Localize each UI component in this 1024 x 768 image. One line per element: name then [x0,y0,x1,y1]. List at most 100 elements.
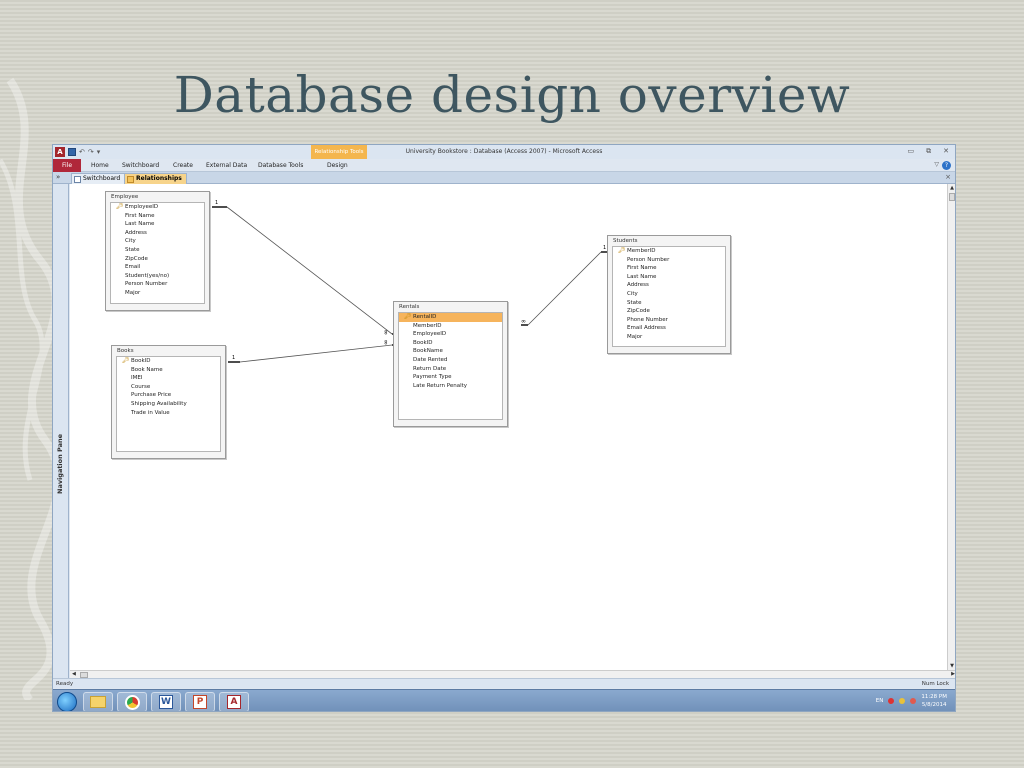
field-item[interactable]: 🔑︎ EmployeeID [111,203,204,212]
access-icon: A [227,695,241,709]
taskbar-chrome[interactable] [117,692,147,711]
field-item[interactable]: Major [111,289,204,298]
doc-tab-label: Switchboard [83,175,121,182]
field-item[interactable]: Trade in Value [117,409,220,418]
tab-file[interactable]: File [53,159,81,172]
tab-switchboard[interactable]: Switchboard [122,162,159,169]
field-item[interactable]: Address [111,229,204,238]
doc-tab-relationships[interactable]: Relationships [124,173,187,184]
restore-icon[interactable]: ⧉ [926,147,931,156]
field-item[interactable]: Major [613,333,725,342]
field-item[interactable]: ZipCode [613,307,725,316]
field-item[interactable]: Last Name [111,220,204,229]
language-indicator[interactable]: EN [876,698,884,704]
relationship-line[interactable] [226,206,393,335]
table-rentals[interactable]: Rentals 🔑︎ RentalID MemberID EmployeeID B… [393,301,508,427]
table-students[interactable]: Students 🔑︎ MemberID Person Number First … [607,235,731,354]
field-item[interactable]: Payment Type [399,373,502,382]
decorative-swirl [0,77,60,700]
word-icon: W [159,695,173,709]
document-tabs: » Switchboard Relationships × [53,172,955,184]
num-lock-indicator: Num Lock [921,681,949,687]
field-item-selected[interactable]: 🔑︎ RentalID [399,313,502,322]
field-item[interactable]: Student(yes/no) [111,272,204,281]
primary-key-icon: 🔑︎ [116,203,124,210]
primary-key-icon: 🔑︎ [404,313,412,320]
table-books[interactable]: Books 🔑︎ BookID Book Name IMEI Course Pur… [111,345,226,459]
field-item[interactable]: Email Address [613,324,725,333]
taskbar-access[interactable]: A [219,692,249,711]
taskbar-explorer[interactable] [83,692,113,711]
taskbar-powerpoint[interactable]: P [185,692,215,711]
scroll-down-icon[interactable]: ▼ [948,663,955,669]
field-item[interactable]: First Name [613,264,725,273]
field-item[interactable]: MemberID [399,322,502,331]
scroll-left-icon[interactable]: ◀ [72,671,76,677]
start-button[interactable] [57,692,77,711]
field-item[interactable]: Book Name [117,366,220,375]
relationship-line[interactable] [239,344,393,363]
tab-external-data[interactable]: External Data [206,162,247,169]
field-item[interactable]: Date Rented [399,356,502,365]
ribbon: File Home Switchboard Create External Da… [53,159,955,172]
table-employee[interactable]: Employee 🔑︎ EmployeeID First Name Last Na… [105,191,210,311]
field-item[interactable]: Purchase Price [117,391,220,400]
relationship-line[interactable] [527,251,602,326]
field-item[interactable]: Person Number [613,256,725,265]
field-item[interactable]: BookName [399,347,502,356]
vertical-scrollbar[interactable]: ▲ ▼ [947,184,955,670]
taskbar-word[interactable]: W [151,692,181,711]
primary-key-icon: 🔑︎ [618,247,626,254]
navigation-pane[interactable]: Navigation Pane [53,184,69,678]
status-text: Ready [56,681,74,687]
table-name: Students [613,238,638,244]
field-item[interactable]: Late Return Penalty [399,382,502,391]
field-item[interactable]: Address [613,281,725,290]
scroll-right-icon[interactable]: ▶ [951,671,955,677]
nav-pane-toggle-icon[interactable]: » [56,173,60,181]
field-item[interactable]: ZipCode [111,255,204,264]
scroll-thumb[interactable] [949,193,955,201]
tab-home[interactable]: Home [91,162,109,169]
field-item[interactable]: BookID [399,339,502,348]
field-item[interactable]: 🔑︎ BookID [117,357,220,366]
field-item[interactable]: Person Number [111,280,204,289]
horizontal-scrollbar[interactable]: ◀ ▶ [70,670,955,678]
tray-security-icon[interactable] [899,698,906,704]
field-list: 🔑︎ EmployeeID First Name Last Name Addres… [110,202,205,304]
minimize-icon[interactable]: ▭ [908,147,915,156]
field-item[interactable]: Last Name [613,273,725,282]
field-item[interactable]: 🔑︎ MemberID [613,247,725,256]
field-item[interactable]: Shipping Availability [117,400,220,409]
primary-key-icon: 🔑︎ [122,357,130,364]
field-item[interactable]: Phone Number [613,316,725,325]
field-item[interactable]: Course [117,383,220,392]
volume-icon[interactable] [910,698,917,704]
doc-tab-switchboard[interactable]: Switchboard [71,173,126,184]
help-icon[interactable]: ? [942,161,951,170]
scroll-up-icon[interactable]: ▲ [948,185,955,191]
tab-create[interactable]: Create [173,162,193,169]
tab-database-tools[interactable]: Database Tools [258,162,303,169]
field-item[interactable]: EmployeeID [399,330,502,339]
window-title: University Bookstore : Database (Access … [405,148,603,155]
tab-design[interactable]: Design [327,162,348,169]
clock[interactable]: 11:28 PM 5/8/2014 [921,693,947,709]
clock-date: 5/8/2014 [921,702,947,708]
field-item[interactable]: IMEI [117,374,220,383]
tray-app-icon[interactable] [888,698,895,704]
field-item[interactable]: City [613,290,725,299]
field-item[interactable]: State [111,246,204,255]
close-document-icon[interactable]: × [945,173,951,181]
relationships-canvas[interactable]: 1 ∞ 1 ∞ ∞ 1 Employee 🔑︎ EmployeeID First … [70,184,949,670]
field-item[interactable]: First Name [111,212,204,221]
navigation-pane-label: Navigation Pane [56,433,64,494]
field-list: 🔑︎ MemberID Person Number First Name Last… [612,246,726,347]
field-item[interactable]: Return Date [399,365,502,374]
access-window: A ↶ ↷ ▾ Relationship Tools University Bo… [52,144,956,712]
close-icon[interactable]: ✕ [943,147,949,156]
field-item[interactable]: State [613,299,725,308]
field-item[interactable]: Email [111,263,204,272]
field-item[interactable]: City [111,237,204,246]
minimize-ribbon-icon[interactable]: ▽ [934,161,939,168]
